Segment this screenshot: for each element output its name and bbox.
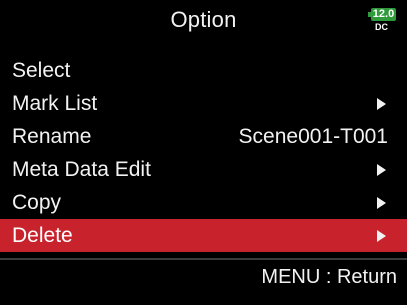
menu-item-rename[interactable]: Rename Scene001-T001 xyxy=(0,120,407,153)
menu-item-select[interactable]: Select xyxy=(0,54,407,87)
menu-item-copy[interactable]: Copy xyxy=(0,186,407,219)
menu-item-label: Mark List xyxy=(12,92,98,115)
menu-item-mark-list[interactable]: Mark List xyxy=(0,87,407,120)
battery-level: 12.0 xyxy=(371,8,396,21)
chevron-right-icon xyxy=(377,98,386,110)
menu-item-label: Meta Data Edit xyxy=(12,158,151,181)
menu-item-label: Copy xyxy=(12,191,62,214)
chevron-right-icon xyxy=(377,230,386,242)
rename-value: Scene001-T001 xyxy=(238,125,388,148)
menu-return-hint: MENU : Return xyxy=(261,266,397,288)
menu-item-label: Delete xyxy=(12,224,73,247)
page-title: Option xyxy=(170,7,237,32)
device-screen: Option 12.0 DC Select Mark List Rename S… xyxy=(0,0,407,305)
menu-item-delete[interactable]: Delete xyxy=(0,219,407,252)
menu-item-label: Select xyxy=(12,59,71,82)
chevron-right-icon xyxy=(377,164,386,176)
footer-divider xyxy=(0,258,407,260)
menu-item-meta-data-edit[interactable]: Meta Data Edit xyxy=(0,153,407,186)
menu-item-label: Rename xyxy=(12,125,92,148)
power-source-label: DC xyxy=(375,22,388,32)
header-bar: Option 12.0 DC xyxy=(0,0,407,44)
battery-indicator: 12.0 DC xyxy=(368,8,398,32)
chevron-right-icon xyxy=(377,197,386,209)
option-menu: Select Mark List Rename Scene001-T001 Me… xyxy=(0,54,407,252)
